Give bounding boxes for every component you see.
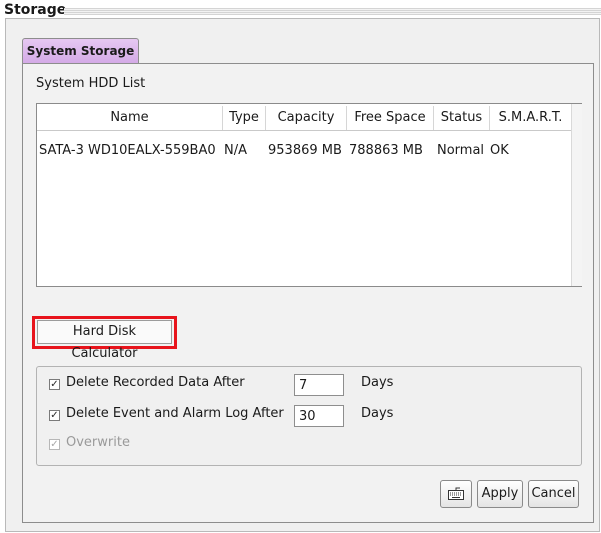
delete-event-log-label: Delete Event and Alarm Log After <box>66 406 284 421</box>
window-title: Storage <box>4 2 67 18</box>
column-header-status[interactable]: Status <box>434 106 489 130</box>
keyboard-button[interactable] <box>440 480 472 508</box>
cell-smart: OK <box>490 143 509 158</box>
delete-recorded-unit: Days <box>361 375 394 390</box>
table-header-rule <box>37 130 571 131</box>
delete-recorded-checkbox[interactable]: ✓ <box>49 379 60 390</box>
keyboard-icon <box>448 487 464 500</box>
hard-disk-calculator-button[interactable]: Hard Disk Calculator <box>37 320 172 361</box>
cell-status: Normal <box>437 143 485 158</box>
tab-system-storage[interactable]: System Storage <box>22 38 139 64</box>
title-divider <box>64 8 601 15</box>
delete-event-log-days-input[interactable] <box>294 405 344 427</box>
apply-button[interactable]: Apply <box>477 480 523 508</box>
delete-recorded-label: Delete Recorded Data After <box>66 375 245 390</box>
cell-name: SATA-3 WD10EALX-559BA0 <box>39 143 216 158</box>
cell-free-space: 788863 MB <box>349 143 423 158</box>
overwrite-checkbox: ✓ <box>49 439 60 450</box>
cell-capacity: 953869 MB <box>268 143 342 158</box>
delete-event-log-unit: Days <box>361 406 394 421</box>
column-header-type[interactable]: Type <box>223 106 265 130</box>
column-header-free-space[interactable]: Free Space <box>347 106 433 130</box>
hdd-list-label: System HDD List <box>36 76 146 91</box>
column-header-name[interactable]: Name <box>37 106 222 130</box>
overwrite-label: Overwrite <box>66 435 130 450</box>
table-scrollbar[interactable] <box>571 104 582 286</box>
cell-type: N/A <box>224 143 247 158</box>
column-header-smart[interactable]: S.M.A.R.T. <box>490 106 571 130</box>
delete-recorded-days-input[interactable] <box>294 374 344 396</box>
cancel-button[interactable]: Cancel <box>528 480 579 508</box>
delete-event-log-checkbox[interactable]: ✓ <box>49 410 60 421</box>
column-header-capacity[interactable]: Capacity <box>266 106 346 130</box>
